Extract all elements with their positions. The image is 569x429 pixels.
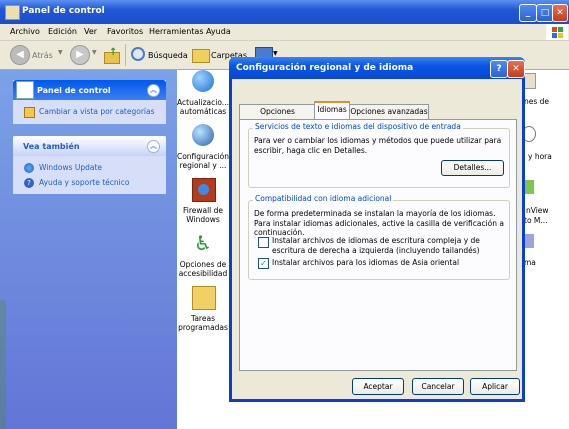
search-icon[interactable] [131, 47, 145, 61]
see-also-box-header[interactable]: Vea también ︽ [13, 136, 166, 156]
automatic-updates-label: Actualizacio... automáticas [177, 98, 229, 116]
task-pane: Panel de control ︽ Cambiar a vista por c… [0, 70, 177, 429]
additional-language-group-title: Compatibilidad con idioma adicional [253, 194, 394, 203]
back-button-label[interactable]: Atrás [32, 51, 53, 60]
back-arrow-icon[interactable]: ◀ [10, 45, 30, 65]
menu-herramientas[interactable]: Herramientas [149, 27, 204, 36]
complex-script-checkbox[interactable] [258, 237, 269, 248]
switch-to-category-view-link[interactable]: Cambiar a vista por categorías [39, 107, 155, 116]
tab-advanced-options[interactable]: Opciones avanzadas [349, 104, 429, 119]
forward-arrow-icon[interactable]: ▶ [70, 45, 90, 65]
back-dropdown-icon[interactable]: ▼ [58, 49, 63, 56]
accessibility-options-item[interactable]: ♿ Opciones de accesibilidad [172, 232, 234, 282]
additional-language-description: De forma predeterminada se instalan la m… [254, 209, 504, 237]
folder-up-icon[interactable]: ↑ [104, 47, 120, 64]
control-panel-icon [5, 5, 20, 20]
control-panel-box-icon [16, 81, 34, 99]
close-button[interactable]: ✕ [552, 4, 568, 22]
windows-update-icon [24, 163, 34, 173]
cancel-button[interactable]: Cancelar [412, 378, 464, 395]
minimize-button[interactable]: _ [519, 4, 537, 22]
dialog-title: Configuración regional y de idioma [236, 63, 414, 73]
partial-label[interactable]: nes de [524, 97, 549, 106]
accessibility-icon: ♿ [194, 231, 212, 255]
apply-button[interactable]: Aplicar [470, 378, 520, 395]
globe-update-icon [192, 70, 214, 92]
windows-firewall-item[interactable]: Firewall de Windows [172, 178, 234, 228]
collapse-chevron-icon[interactable]: ︽ [147, 140, 160, 153]
scheduled-tasks-icon [192, 286, 216, 310]
windows-logo-icon [546, 24, 568, 40]
desktop-edge [0, 300, 6, 429]
regional-settings-dialog: Configuración regional y de idioma ? ✕ O… [229, 57, 525, 402]
folders-icon[interactable] [192, 49, 210, 63]
control-panel-box-header[interactable]: Panel de control ︽ [13, 80, 166, 100]
accessibility-options-label: Opciones de accesibilidad [178, 260, 228, 278]
complex-script-label[interactable]: Instalar archivos de idiomas de escritur… [272, 236, 504, 255]
firewall-icon [192, 178, 216, 202]
control-panel-box: Panel de control ︽ Cambiar a vista por c… [13, 80, 166, 124]
menu-edicion[interactable]: Edición [48, 27, 77, 36]
ok-button[interactable]: Aceptar [352, 378, 404, 395]
regional-settings-item[interactable]: Configuración regional y ... [172, 124, 234, 174]
east-asian-checkbox[interactable]: ✓ [258, 258, 269, 269]
control-panel-box-title: Panel de control [37, 86, 111, 95]
partial-label[interactable]: y hora [528, 152, 552, 161]
forward-dropdown-icon[interactable]: ▼ [92, 49, 97, 56]
scheduled-tasks-item[interactable]: Tareas programadas [172, 286, 234, 336]
tab-regional-options[interactable]: Opciones regionales [239, 104, 316, 130]
windows-update-link[interactable]: Windows Update [39, 163, 102, 172]
menu-favoritos[interactable]: Favoritos [107, 27, 143, 36]
window-title: Panel de control [22, 6, 105, 16]
switch-view-icon [24, 107, 35, 118]
menu-ayuda[interactable]: Ayuda [206, 27, 231, 36]
see-also-box: Vea también ︽ Windows Update ? Ayuda y s… [13, 136, 166, 194]
views-dropdown-icon[interactable]: ▼ [273, 50, 278, 57]
details-button[interactable]: Detalles... [441, 160, 504, 176]
partial-label[interactable]: to M... [524, 216, 548, 225]
scheduled-tasks-label: Tareas programadas [178, 314, 228, 332]
menu-bar: Archivo Edición Ver Favoritos Herramient… [0, 24, 569, 41]
toolbar-separator [125, 44, 126, 66]
collapse-chevron-icon[interactable]: ︽ [147, 84, 160, 97]
dialog-title-bar[interactable]: Configuración regional y de idioma ? ✕ [229, 57, 525, 79]
menu-archivo[interactable]: Archivo [10, 27, 40, 36]
partial-label[interactable]: ma [524, 258, 536, 267]
main-title-bar[interactable]: Panel de control _ □ ✕ [0, 0, 569, 24]
tab-languages[interactable]: Idiomas [314, 101, 350, 119]
help-support-icon: ? [24, 178, 34, 188]
regional-settings-label: Configuración regional y ... [176, 152, 230, 170]
help-and-support-link[interactable]: Ayuda y soporte técnico [39, 178, 129, 187]
text-services-group-title: Servicios de texto e idiomas del disposi… [253, 122, 463, 131]
menu-ver[interactable]: Ver [84, 27, 97, 36]
automatic-updates-item[interactable]: Actualizacio... automáticas [172, 70, 234, 120]
text-services-description: Para ver o cambiar los idiomas y métodos… [254, 136, 502, 155]
globe-clock-icon [192, 124, 214, 146]
windows-firewall-label: Firewall de Windows [182, 206, 224, 224]
languages-tab-panel: Servicios de texto e idiomas del disposi… [239, 119, 517, 371]
east-asian-label[interactable]: Instalar archivos para los idiomas de As… [272, 258, 504, 268]
dialog-body: Opciones regionales Idiomas Opciones ava… [232, 79, 522, 399]
see-also-box-title: Vea también [23, 142, 80, 151]
help-button[interactable]: ? [490, 60, 508, 78]
search-button-label[interactable]: Búsqueda [148, 51, 188, 60]
partial-label[interactable]: nView [526, 206, 549, 215]
dialog-close-button[interactable]: ✕ [507, 60, 525, 78]
